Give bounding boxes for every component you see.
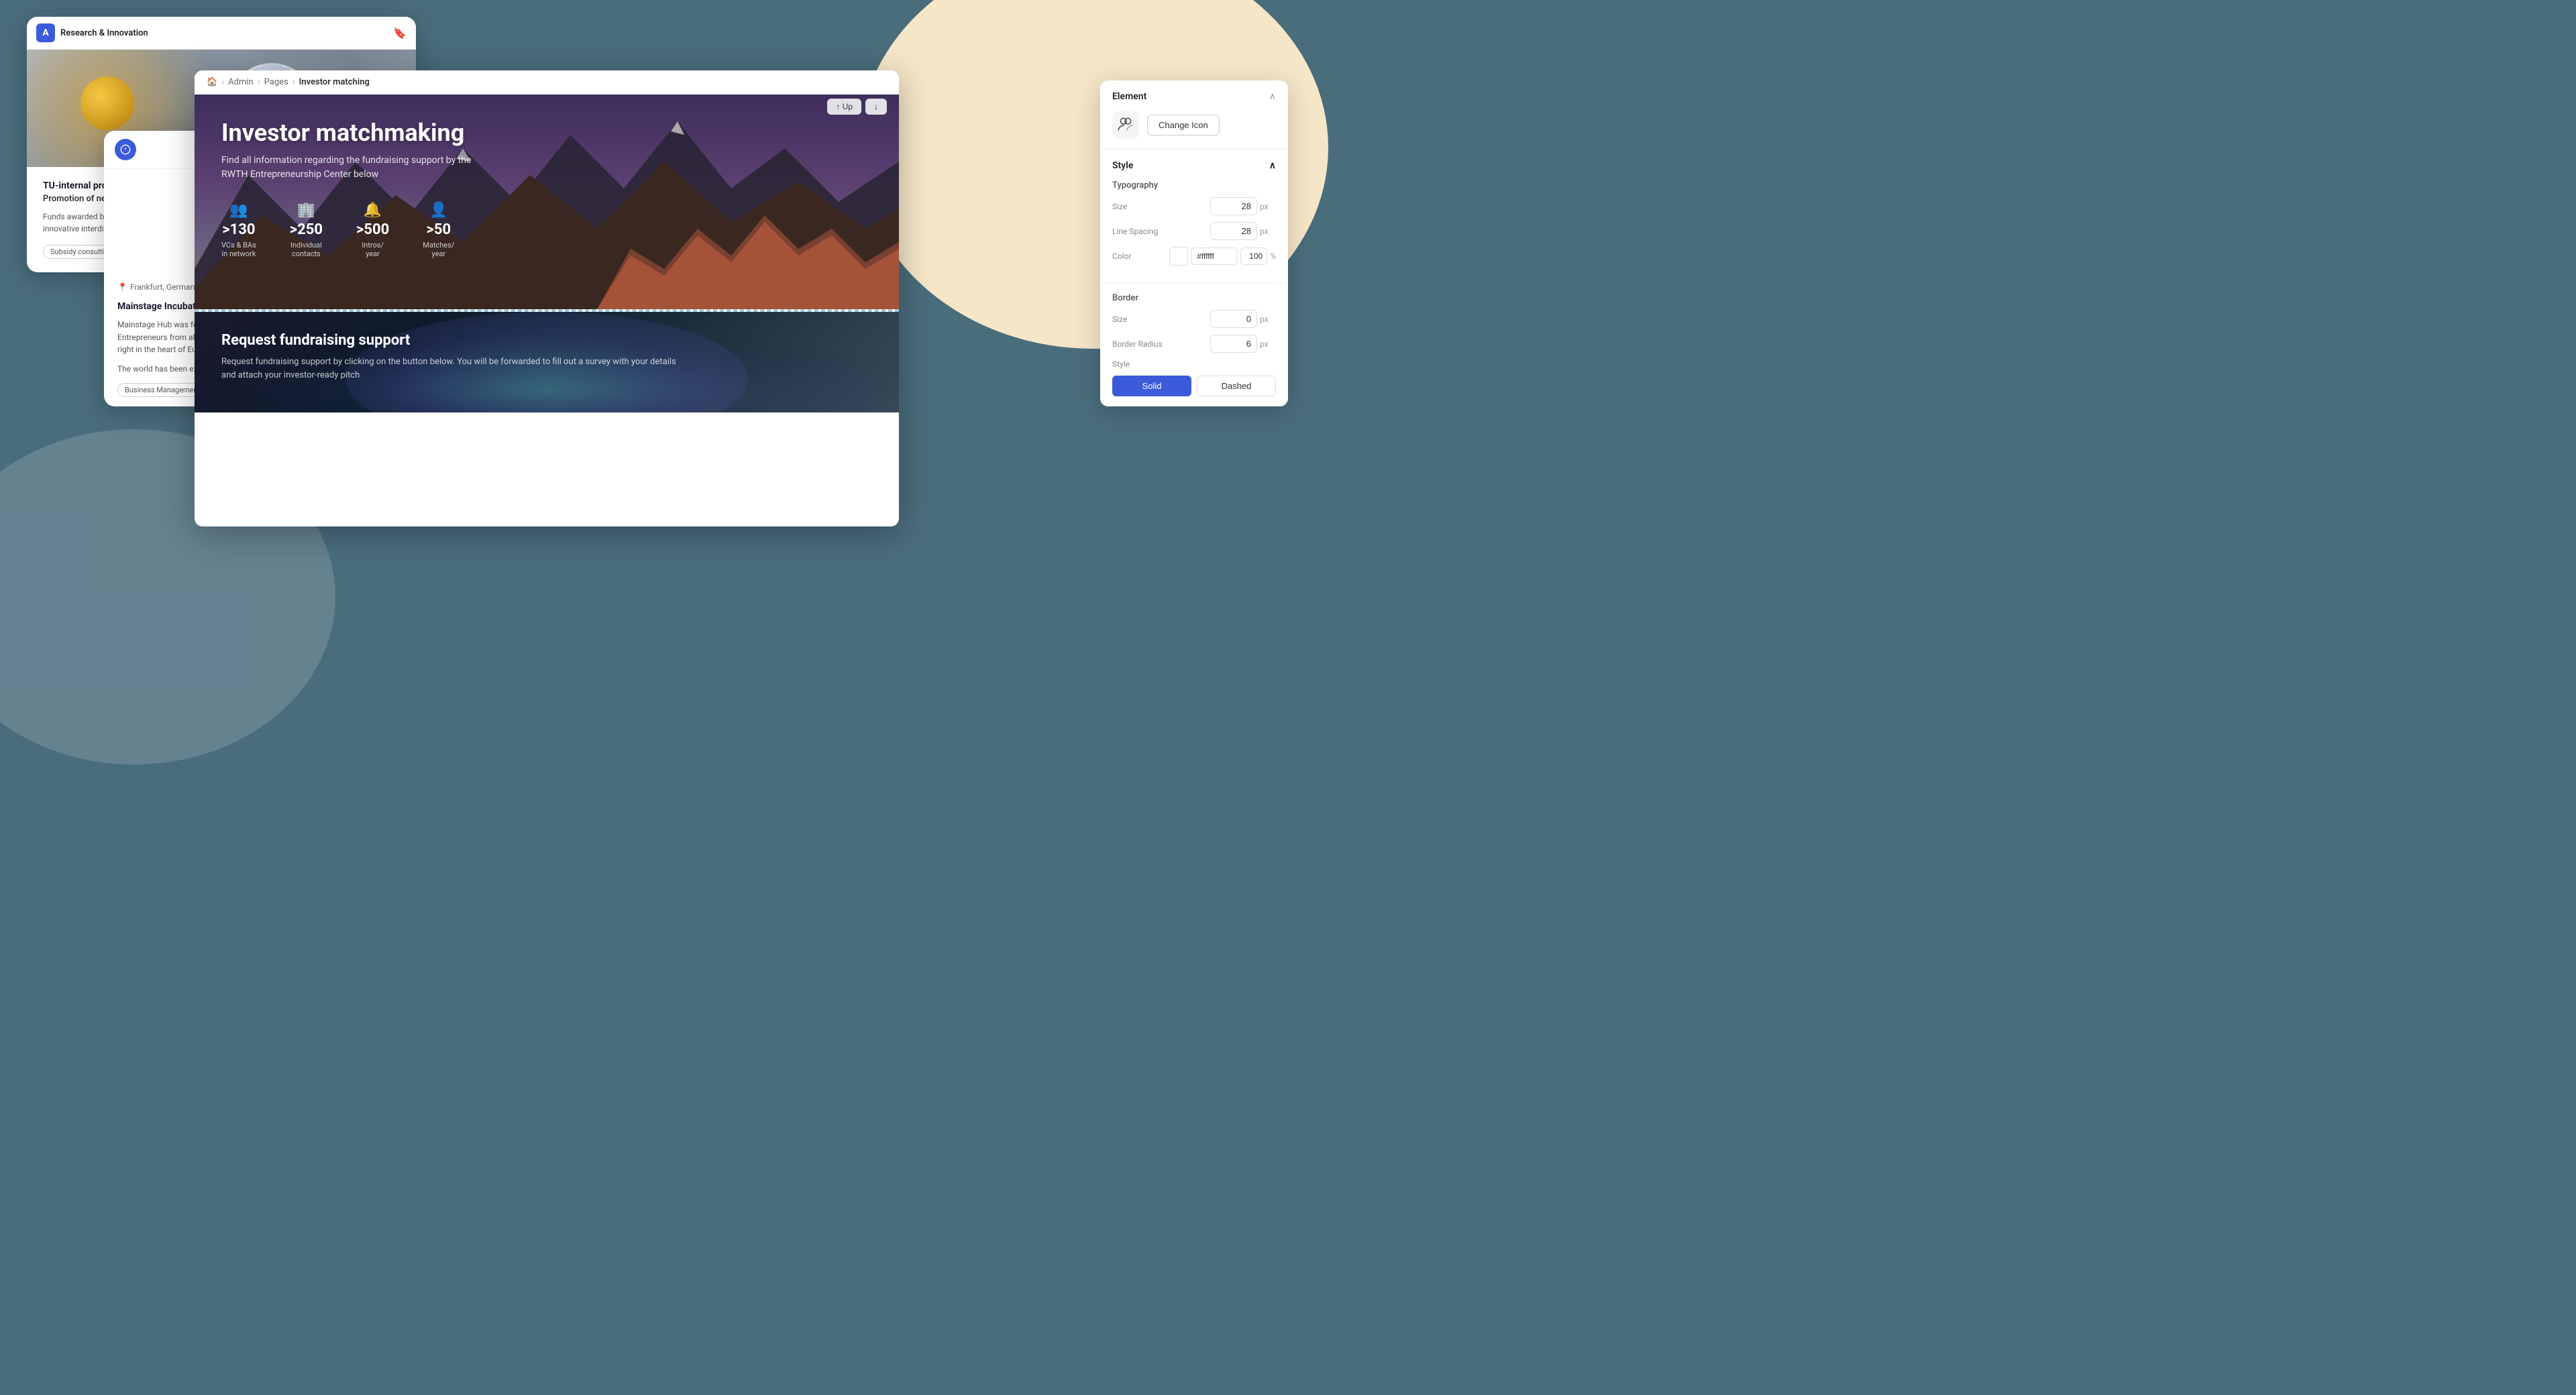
color-input-group: %	[1169, 247, 1276, 266]
location-icon: 📍	[117, 282, 127, 292]
border-label: Border	[1112, 293, 1276, 303]
stat-2-icon: 🔔	[364, 202, 382, 219]
hub-location: 📍 Frankfurt, Germany	[117, 282, 199, 292]
size-label: Size	[1112, 202, 1127, 211]
right-panel: Element ∧ Change Icon Style ∧ Typography…	[1100, 80, 1288, 406]
change-icon-button[interactable]: Change Icon	[1147, 115, 1220, 135]
border-size-row: Size px	[1112, 310, 1276, 328]
style-toggle-label: Style	[1112, 359, 1130, 369]
size-unit: px	[1260, 202, 1276, 211]
border-section: Border Size px Border Radius px Style So…	[1100, 284, 1288, 406]
style-toggle-row: Style	[1112, 359, 1276, 369]
stat-3: 👤 >50 Matches/year	[423, 202, 454, 258]
border-radius-unit: px	[1260, 339, 1276, 349]
stat-1-number: >250	[290, 221, 323, 238]
border-size-input-group: px	[1210, 310, 1276, 328]
border-radius-input-group: px	[1210, 335, 1276, 353]
element-section-header: Element ∧	[1112, 91, 1276, 102]
preview-icon-svg	[1117, 116, 1134, 133]
admin-link[interactable]: Admin	[228, 77, 254, 87]
size-input-group: px	[1210, 197, 1276, 215]
typography-label: Typography	[1112, 180, 1276, 190]
current-page: Investor matching	[299, 77, 370, 87]
stat-0: 👥 >130 VCs & BAsin network	[221, 202, 256, 258]
stat-1-icon: 🏢	[297, 202, 315, 219]
hero-content: Investor matchmaking Find all informatio…	[195, 95, 899, 309]
editor-content: Investor matchmaking Find all informatio…	[195, 95, 899, 524]
dashed-button[interactable]: Dashed	[1197, 376, 1276, 396]
line-spacing-unit: px	[1260, 227, 1276, 236]
hero-section: Investor matchmaking Find all informatio…	[195, 95, 899, 309]
color-row: Color %	[1112, 247, 1276, 266]
style-chevron: ∧	[1269, 160, 1276, 171]
research-header-title: Research & Innovation	[60, 28, 148, 38]
fundraising-title: Request fundraising support	[221, 332, 872, 349]
header-logo: A	[36, 23, 55, 42]
icon-preview	[1112, 111, 1139, 138]
hero-subtitle: Find all information regarding the fundr…	[221, 154, 490, 182]
style-toggle-group: Solid Dashed	[1112, 376, 1276, 396]
stat-0-label: VCs & BAsin network	[221, 241, 256, 258]
fundraising-desc: Request fundraising support by clicking …	[221, 355, 691, 382]
border-radius-input[interactable]	[1210, 335, 1257, 353]
line-spacing-label: Line Spacing	[1112, 227, 1158, 236]
color-swatch[interactable]	[1169, 247, 1188, 266]
solid-button[interactable]: Solid	[1112, 376, 1191, 396]
pages-link[interactable]: Pages	[264, 77, 288, 87]
color-label: Color	[1112, 252, 1131, 261]
sep2: ›	[258, 77, 260, 87]
hub-tag-0[interactable]: Business Management	[117, 383, 207, 397]
up-button[interactable]: ↑ Up	[827, 99, 861, 115]
stat-2-label: Intros/year	[362, 241, 384, 258]
icon-row: Change Icon	[1112, 111, 1276, 138]
fundraising-section: Request fundraising support Request fund…	[195, 312, 899, 412]
breadcrumb: 🏠 › Admin › Pages › Investor matching ↑ …	[195, 70, 899, 95]
line-spacing-input[interactable]	[1210, 222, 1257, 240]
percent-label: %	[1270, 252, 1276, 261]
border-size-unit: px	[1260, 315, 1276, 324]
opacity-input[interactable]	[1240, 247, 1267, 265]
card-research-header: A Research & Innovation 🔖	[27, 17, 416, 50]
stat-1: 🏢 >250 Individualcontacts	[290, 202, 323, 258]
sep3: ›	[292, 77, 295, 87]
hub-icon-button[interactable]	[115, 139, 136, 160]
bookmark-icon[interactable]: 🔖	[393, 27, 407, 40]
element-label: Element	[1112, 91, 1146, 102]
stat-3-number: >50	[426, 221, 451, 238]
hero-stats: 👥 >130 VCs & BAsin network 🏢 >250 Indivi…	[221, 202, 872, 258]
stat-2: 🔔 >500 Intros/year	[356, 202, 389, 258]
stat-3-icon: 👤	[429, 202, 447, 219]
editor-panel: 🏠 › Admin › Pages › Investor matching ↑ …	[195, 70, 899, 526]
down-button[interactable]: ↓	[865, 99, 887, 115]
border-size-label: Size	[1112, 315, 1127, 324]
style-section-header: Style ∧	[1112, 160, 1276, 171]
style-section: Style ∧ Typography Size px Line Spacing …	[1100, 150, 1288, 284]
stat-2-number: >500	[356, 221, 389, 238]
border-radius-row: Border Radius px	[1112, 335, 1276, 353]
color-value-input[interactable]	[1191, 247, 1238, 265]
editor-toolbar: ↑ Up ↓	[827, 99, 887, 115]
line-spacing-input-group: px	[1210, 222, 1276, 240]
size-row: Size px	[1112, 197, 1276, 215]
stat-0-icon: 👥	[229, 202, 248, 219]
element-chevron: ∧	[1269, 91, 1276, 102]
border-size-input[interactable]	[1210, 310, 1257, 328]
sep1: ›	[221, 77, 224, 87]
home-icon[interactable]: 🏠	[207, 77, 217, 87]
stat-0-number: >130	[222, 221, 255, 238]
size-input[interactable]	[1210, 197, 1257, 215]
line-spacing-row: Line Spacing px	[1112, 222, 1276, 240]
border-radius-label: Border Radius	[1112, 339, 1163, 349]
stat-1-label: Individualcontacts	[290, 241, 322, 258]
element-section: Element ∧ Change Icon	[1100, 80, 1288, 150]
hero-title: Investor matchmaking	[221, 119, 872, 147]
stat-3-label: Matches/year	[423, 241, 454, 258]
